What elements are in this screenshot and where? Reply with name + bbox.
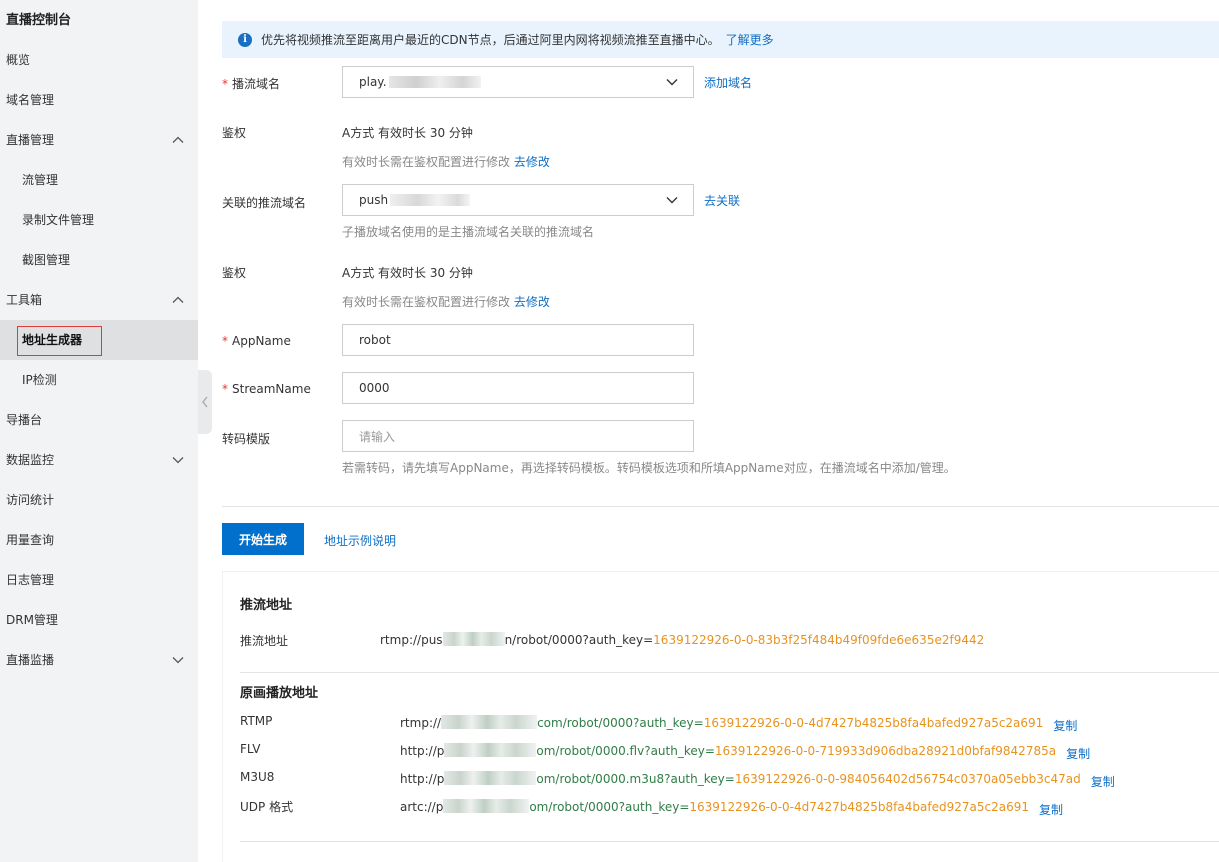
masked-text [390, 194, 471, 206]
play-url-label: FLV [240, 742, 261, 756]
link-push-domain[interactable]: 去关联 [704, 192, 740, 209]
sidebar-item-label: 日志管理 [6, 573, 55, 587]
notice-text: 优先将视频推流至距离用户最近的CDN节点，后通过阿里内网将视频流推至直播中心。 [261, 33, 720, 47]
auth-hint: 有效时长需在鉴权配置进行修改 去修改 [342, 155, 550, 169]
sidebar-item-label: 录制文件管理 [22, 213, 95, 227]
add-domain-link[interactable]: 添加域名 [704, 74, 752, 91]
sidebar: 直播控制台 概览域名管理直播管理流管理录制文件管理 截图管理工具箱地址生成器 IP检… [0, 0, 198, 862]
streamname-label: * StreamName [222, 382, 311, 396]
chevron-up-icon[interactable] [170, 120, 186, 160]
push-url-label: 推流地址 [240, 634, 289, 648]
chevron-down-icon [666, 197, 678, 204]
divider [240, 841, 1219, 842]
main-content: i 优先将视频推流至距离用户最近的CDN节点，后通过阿里内网将视频流推至直播中心… [222, 0, 1219, 862]
sidebar-collapse-handle[interactable] [198, 370, 212, 434]
streamname-input[interactable]: 0000 [342, 372, 694, 404]
sidebar-item-label: 截图管理 [22, 253, 71, 267]
push-domain-label: 关联的推流域名 [222, 196, 307, 210]
auth-value: A方式 有效时长 30 分钟 [342, 266, 473, 280]
divider [222, 506, 1219, 507]
play-domain-select[interactable]: play. [342, 66, 694, 98]
sidebar-item[interactable]: 工具箱 [0, 280, 198, 320]
sidebar-item[interactable]: 概览 [0, 40, 198, 80]
play-section-title: 原画播放地址 [240, 686, 319, 701]
play-url[interactable]: artc://p om/robot/0000?auth_key=163912292… [400, 798, 1063, 818]
push-url[interactable]: rtmp://pus n/robot/0000?auth_key=16391229… [380, 632, 984, 647]
sidebar-item-label: 工具箱 [6, 293, 43, 307]
sidebar-item-label: 地址生成器 [22, 333, 83, 347]
learn-more-link[interactable]: 了解更多 [726, 31, 774, 48]
sidebar-item-label: 用量查询 [6, 533, 55, 547]
masked-text [444, 743, 537, 757]
chevron-down-icon[interactable] [170, 440, 186, 480]
copy-link[interactable]: 复制 [1039, 801, 1063, 818]
sidebar-item[interactable]: 直播监播 [0, 640, 198, 680]
sidebar-item-label: 直播管理 [6, 133, 55, 147]
sidebar-item[interactable]: 直播管理 [0, 120, 198, 160]
sidebar-item[interactable]: 访问统计 [0, 480, 198, 520]
sidebar-item-label: IP检测 [22, 373, 57, 387]
play-url-label: M3U8 [240, 770, 275, 784]
sidebar-item[interactable]: 域名管理 [0, 80, 198, 120]
masked-text [443, 799, 530, 813]
sidebar-item-label: DRM管理 [6, 613, 58, 627]
info-notice: i 优先将视频推流至距离用户最近的CDN节点，后通过阿里内网将视频流推至直播中心… [222, 21, 1219, 58]
sidebar-item-label: 流管理 [22, 173, 59, 187]
edit-auth-link[interactable]: 去修改 [514, 295, 550, 309]
sidebar-item[interactable]: 导播台 [0, 400, 198, 440]
appname-input[interactable]: robot [342, 324, 694, 356]
divider [240, 672, 1219, 673]
appname-label: * AppName [222, 334, 291, 348]
chevron-up-icon[interactable] [170, 280, 186, 320]
chevron-down-icon [666, 79, 678, 86]
sidebar-item-label: 直播监播 [6, 653, 55, 667]
edit-auth-link[interactable]: 去修改 [514, 155, 550, 169]
play-url-label: UDP 格式 [240, 800, 294, 814]
masked-text [441, 715, 538, 729]
sidebar-item-label: 域名管理 [6, 93, 55, 107]
copy-link[interactable]: 复制 [1066, 745, 1090, 762]
push-domain-select[interactable]: push [342, 184, 694, 216]
sidebar-item[interactable]: 地址生成器 [0, 320, 198, 360]
copy-link[interactable]: 复制 [1091, 773, 1115, 790]
sidebar-item[interactable]: 用量查询 [0, 520, 198, 560]
auth-label: 鉴权 [222, 266, 247, 280]
auth-value: A方式 有效时长 30 分钟 [342, 126, 473, 140]
template-hint: 若需转码，请先填写AppName，再选择转码模板。转码模板选项和所填AppNam… [342, 461, 956, 475]
result-panel: 推流地址 推流地址 rtmp://pus n/robot/0000?auth_ke… [222, 571, 1219, 862]
template-input[interactable]: 请输入 [342, 420, 694, 452]
example-link[interactable]: 地址示例说明 [324, 532, 396, 549]
masked-text [444, 771, 537, 785]
play-url[interactable]: http://p om/robot/0000.flv?auth_key=16391… [400, 742, 1090, 762]
sidebar-item-label: 访问统计 [6, 493, 55, 507]
auth-label: 鉴权 [222, 126, 247, 140]
sidebar-title: 直播控制台 [6, 13, 72, 28]
chevron-down-icon[interactable] [170, 640, 186, 680]
auth-hint: 有效时长需在鉴权配置进行修改 去修改 [342, 295, 550, 309]
template-placeholder: 请输入 [359, 429, 396, 444]
generate-button[interactable]: 开始生成 [222, 523, 304, 555]
play-url[interactable]: http://p om/robot/0000.m3u8?auth_key=1639… [400, 770, 1115, 790]
play-url[interactable]: rtmp://com/robot/0000?auth_key=163912292… [400, 714, 1077, 734]
copy-link[interactable]: 复制 [1053, 717, 1077, 734]
info-icon: i [238, 32, 252, 47]
template-label: 转码模版 [222, 432, 271, 446]
sidebar-item[interactable]: IP检测 [0, 360, 198, 400]
sidebar-item[interactable]: 数据监控 [0, 440, 198, 480]
sidebar-item-label: 数据监控 [6, 453, 55, 467]
sidebar-item[interactable]: 流管理 [0, 160, 198, 200]
push-domain-hint: 子播放域名使用的是主播流域名关联的推流域名 [342, 225, 595, 239]
sidebar-item[interactable]: 截图管理 [0, 240, 198, 280]
chevron-left-icon [202, 396, 208, 408]
play-domain-label: * 播流域名 [222, 77, 281, 91]
sidebar-item[interactable]: DRM管理 [0, 600, 198, 640]
sidebar-item-label: 导播台 [6, 413, 43, 427]
sidebar-item[interactable]: 日志管理 [0, 560, 198, 600]
masked-text [388, 76, 481, 88]
sidebar-item-label: 概览 [6, 53, 31, 67]
sidebar-item[interactable]: 录制文件管理 [0, 200, 198, 240]
push-section-title: 推流地址 [240, 598, 293, 613]
play-url-label: RTMP [240, 714, 273, 728]
masked-text [442, 632, 505, 646]
